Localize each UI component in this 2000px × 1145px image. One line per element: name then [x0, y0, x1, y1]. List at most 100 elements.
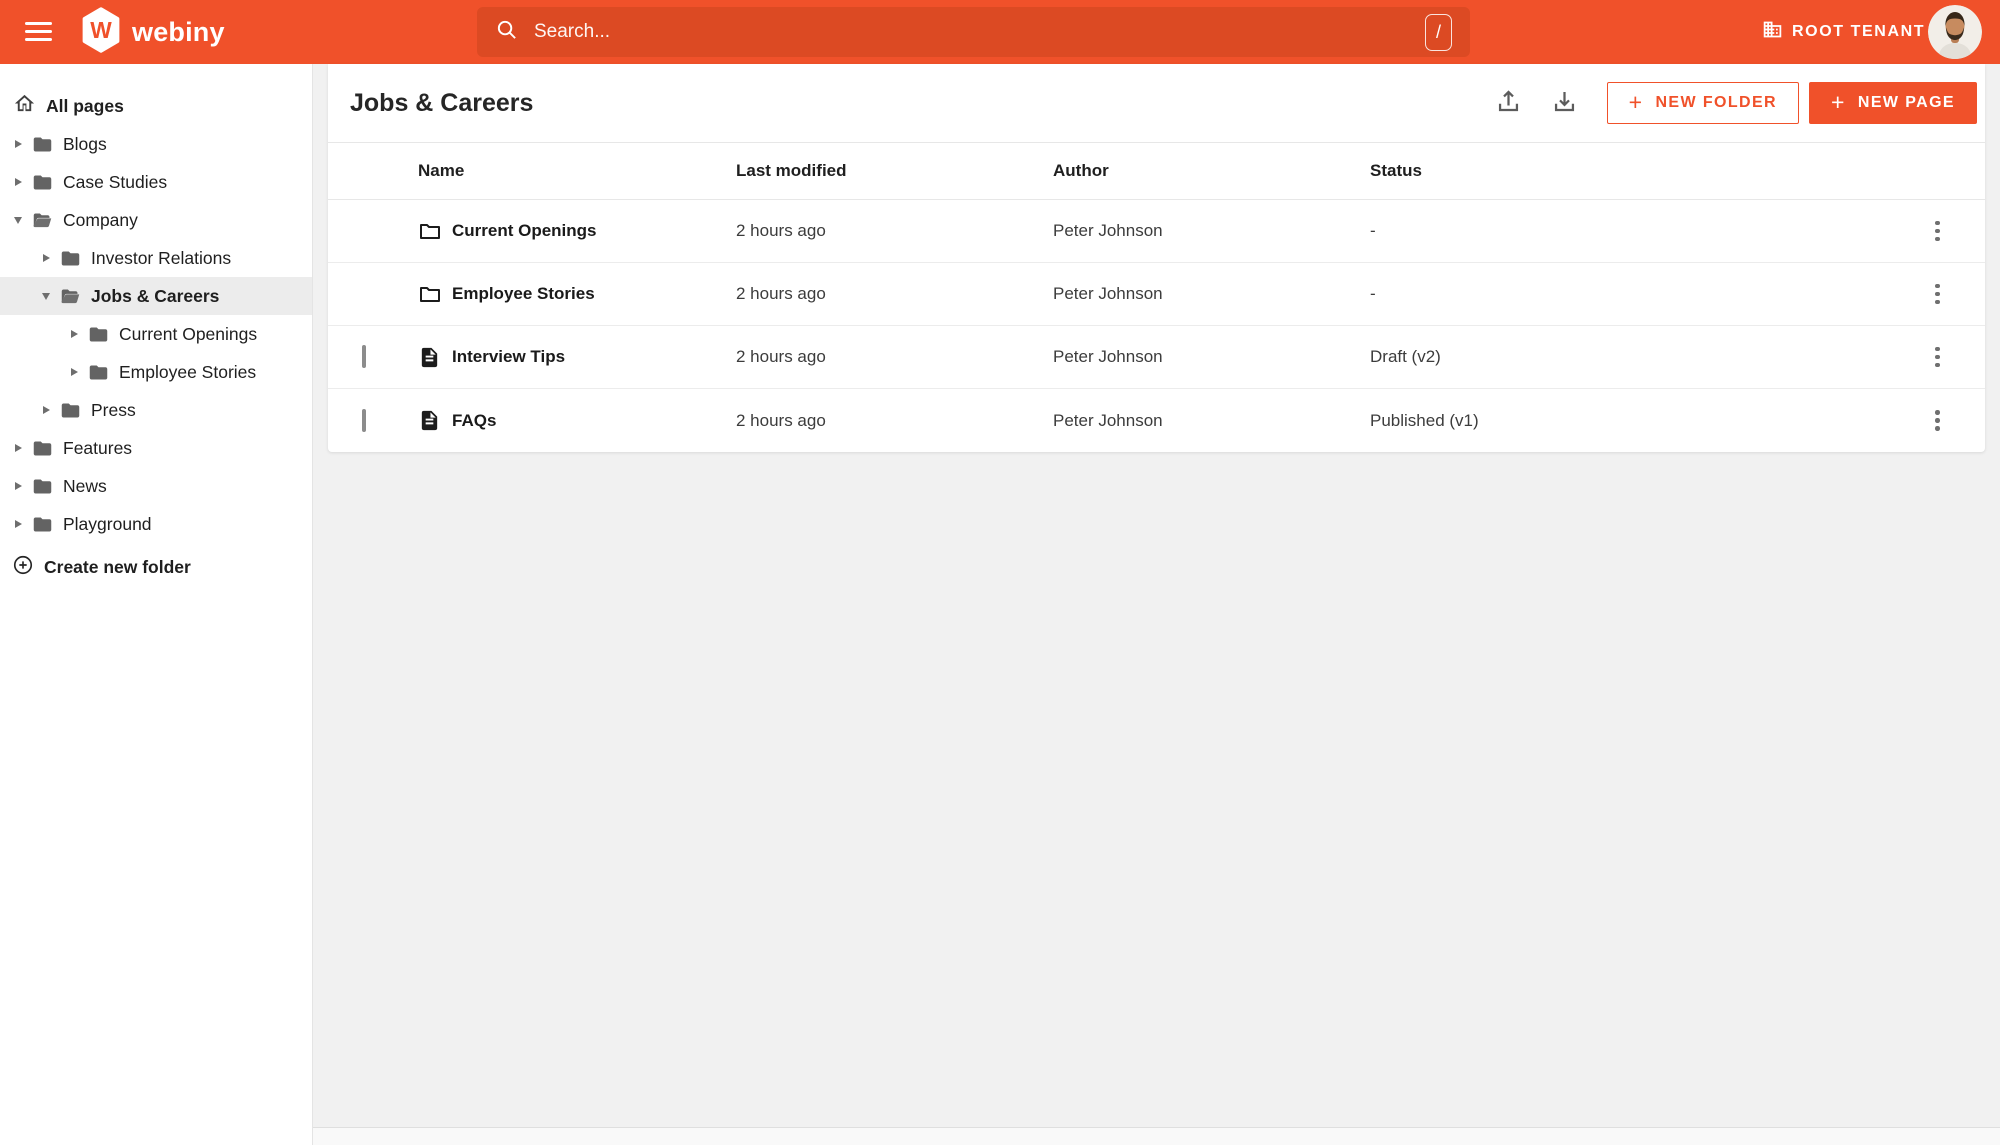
sidebar-item-label: Case Studies [63, 171, 168, 192]
home-icon [13, 92, 36, 120]
column-header-modified: Last modified [736, 161, 847, 180]
row-author: Peter Johnson [1053, 410, 1163, 430]
sidebar-item-features[interactable]: Features [0, 429, 312, 467]
row-name[interactable]: Employee Stories [452, 284, 736, 304]
new-folder-button[interactable]: + NEW FOLDER [1606, 82, 1800, 124]
folder-icon [88, 362, 109, 383]
folder-icon [32, 514, 53, 535]
row-name[interactable]: Interview Tips [452, 347, 736, 367]
row-modified: 2 hours ago [736, 221, 826, 240]
folder-icon [88, 324, 109, 345]
sidebar-item-current-openings[interactable]: Current Openings [0, 315, 312, 353]
chevron-right-icon[interactable] [10, 482, 26, 490]
hamburger-menu-icon[interactable] [25, 22, 52, 41]
sidebar-item-label: Playground [63, 513, 152, 534]
chevron-right-icon[interactable] [10, 140, 26, 148]
folder-open-icon [60, 286, 81, 307]
create-new-folder-label: Create new folder [44, 556, 191, 577]
brand-wordmark: webiny [132, 16, 225, 47]
folder-icon [60, 248, 81, 269]
folder-icon [32, 438, 53, 459]
sidebar-item-label: Company [63, 209, 138, 230]
row-menu-kebab-icon[interactable] [1929, 404, 1946, 437]
chevron-down-icon[interactable] [38, 292, 54, 300]
row-checkbox[interactable] [362, 345, 366, 368]
chevron-right-icon[interactable] [10, 444, 26, 452]
create-new-folder-button[interactable]: Create new folder [0, 548, 312, 586]
page-list-card: Jobs & Careers + NEW FOLDER + NEW PAGE N… [328, 64, 1985, 452]
folder-icon [418, 282, 452, 306]
folder-tree-sidebar: All pages Blogs Case Studies Company Inv… [0, 64, 313, 1145]
sidebar-item-label: Investor Relations [91, 247, 232, 268]
row-status: - [1370, 221, 1376, 240]
row-status: Draft (v2) [1370, 347, 1441, 366]
svg-text:W: W [90, 17, 112, 43]
chevron-right-icon[interactable] [66, 330, 82, 338]
table-header: Name Last modified Author Status [328, 143, 1985, 200]
sidebar-item-company[interactable]: Company [0, 201, 312, 239]
table-row[interactable]: Current Openings 2 hours ago Peter Johns… [328, 200, 1985, 263]
plus-circle-icon [12, 554, 34, 581]
row-author: Peter Johnson [1053, 347, 1163, 366]
sidebar-item-news[interactable]: News [0, 467, 312, 505]
sidebar-item-blogs[interactable]: Blogs [0, 125, 312, 163]
folder-icon [60, 400, 81, 421]
export-button[interactable] [1551, 88, 1578, 118]
row-menu-kebab-icon[interactable] [1929, 215, 1946, 248]
chevron-down-icon[interactable] [10, 216, 26, 224]
page-title: Jobs & Careers [350, 88, 534, 117]
chevron-right-icon[interactable] [38, 406, 54, 414]
sidebar-item-label: Press [91, 399, 136, 420]
table-row[interactable]: Interview Tips 2 hours ago Peter Johnson… [328, 326, 1985, 389]
user-avatar[interactable] [1928, 5, 1982, 59]
sidebar-item-all-pages[interactable]: All pages [0, 87, 312, 125]
chevron-right-icon[interactable] [10, 520, 26, 528]
sidebar-item-label: Blogs [63, 133, 107, 154]
document-icon [418, 346, 452, 369]
download-icon [1551, 88, 1578, 118]
row-author: Peter Johnson [1053, 284, 1163, 303]
row-name[interactable]: Current Openings [452, 221, 736, 241]
sidebar-item-label: Features [63, 437, 133, 458]
search-bar[interactable]: / [477, 7, 1470, 57]
import-button[interactable] [1495, 88, 1522, 118]
search-shortcut-badge: / [1425, 13, 1452, 51]
folder-icon [418, 219, 452, 243]
row-name[interactable]: FAQs [452, 411, 736, 431]
folder-open-icon [32, 210, 53, 231]
upload-icon [1495, 88, 1522, 118]
folder-icon [32, 476, 53, 497]
row-author: Peter Johnson [1053, 221, 1163, 240]
main-content: Jobs & Careers + NEW FOLDER + NEW PAGE N… [313, 64, 2000, 1145]
plus-icon: + [1831, 88, 1846, 115]
webiny-logo[interactable]: W webiny [80, 0, 225, 64]
sidebar-item-label: News [63, 475, 107, 496]
search-input[interactable] [534, 21, 1425, 43]
row-status: Published (v1) [1370, 410, 1479, 430]
chevron-right-icon[interactable] [38, 254, 54, 262]
row-modified: 2 hours ago [736, 347, 826, 366]
table-row[interactable]: Employee Stories 2 hours ago Peter Johns… [328, 263, 1985, 326]
sidebar-item-label: Jobs & Careers [91, 285, 220, 306]
new-page-button[interactable]: + NEW PAGE [1809, 82, 1977, 124]
sidebar-item-employee-stories[interactable]: Employee Stories [0, 353, 312, 391]
sidebar-item-label: Current Openings [119, 323, 258, 344]
document-icon [418, 409, 452, 432]
column-header-name: Name [418, 161, 465, 180]
webiny-hexagon-icon: W [80, 6, 122, 58]
chevron-right-icon[interactable] [10, 178, 26, 186]
sidebar-item-press[interactable]: Press [0, 391, 312, 429]
sidebar-item-investor-relations[interactable]: Investor Relations [0, 239, 312, 277]
tenant-label: ROOT TENANT [1792, 23, 1926, 40]
row-status: - [1370, 284, 1376, 303]
chevron-right-icon[interactable] [66, 368, 82, 376]
folder-icon [32, 172, 53, 193]
row-menu-kebab-icon[interactable] [1929, 341, 1946, 374]
row-menu-kebab-icon[interactable] [1929, 278, 1946, 311]
sidebar-item-playground[interactable]: Playground [0, 505, 312, 543]
tenant-selector[interactable]: ROOT TENANT [1762, 0, 1925, 64]
sidebar-item-jobs-careers[interactable]: Jobs & Careers [0, 277, 312, 315]
table-row[interactable]: FAQs 2 hours ago Peter Johnson Published… [328, 389, 1985, 452]
row-checkbox[interactable] [362, 408, 366, 432]
sidebar-item-case-studies[interactable]: Case Studies [0, 163, 312, 201]
